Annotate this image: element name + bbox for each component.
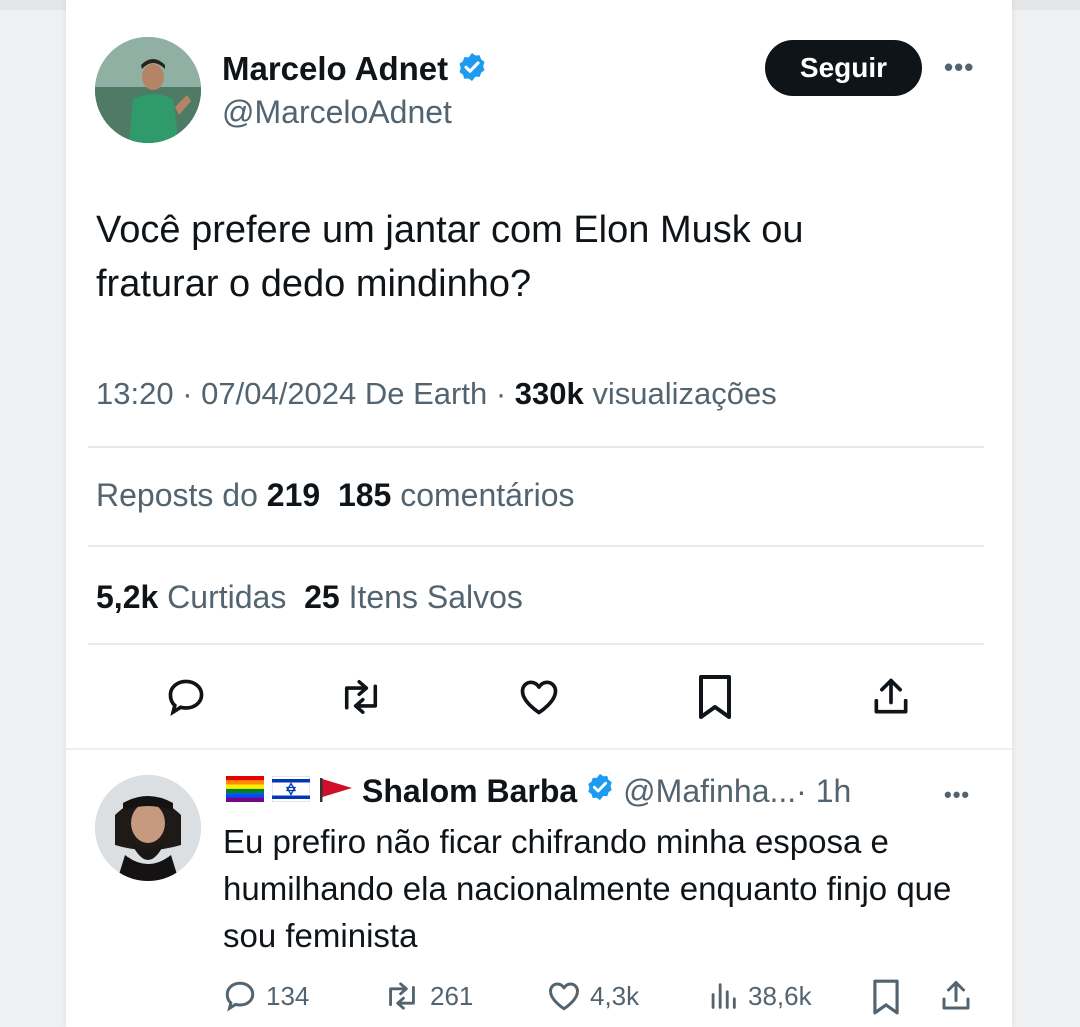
repost-icon	[389, 982, 415, 1010]
divider	[88, 545, 984, 547]
israel-flag-icon	[271, 773, 311, 810]
reply-author-avatar[interactable]	[95, 775, 201, 881]
share-icon	[874, 678, 908, 714]
reply-reposts-count: 261	[430, 980, 474, 1011]
bookmark-icon	[699, 675, 731, 719]
reply-time[interactable]: · 1h	[796, 773, 851, 810]
reposts-label: Reposts do	[96, 477, 267, 513]
reply-views-count: 38,6k	[748, 980, 812, 1011]
verified-badge-icon	[585, 772, 615, 810]
reply-author-handle[interactable]: @Mafinha...	[623, 773, 796, 810]
divider	[88, 643, 984, 645]
author-name[interactable]: Marcelo Adnet	[222, 50, 488, 91]
reply-repost-button[interactable]: 261	[382, 978, 473, 1014]
saves-count: 25	[304, 579, 340, 615]
follow-button[interactable]: Seguir	[765, 40, 922, 96]
verified-badge-icon	[456, 51, 488, 91]
likes-label: Curtidas	[158, 579, 287, 615]
comments-label: comentários	[391, 477, 575, 513]
likes-link[interactable]: 5,2k Curtidas	[96, 579, 286, 615]
reply-button[interactable]	[161, 672, 211, 722]
reply-separator	[66, 748, 1012, 750]
share-button[interactable]	[866, 672, 916, 722]
author-name-text: Marcelo Adnet	[222, 50, 449, 87]
reply-comment-button[interactable]: 134	[222, 978, 309, 1014]
flag-icon	[318, 773, 354, 810]
reply-icon	[225, 981, 255, 1012]
bookmark-button[interactable]	[690, 672, 740, 722]
reply-icon	[168, 679, 204, 717]
reply-header: Shalom Barba @Mafinha... · 1h	[226, 772, 851, 810]
reply-share-button[interactable]	[938, 978, 982, 1014]
comments-count: 185	[337, 477, 392, 513]
saves-link[interactable]: 25 Itens Salvos	[304, 579, 523, 615]
author-avatar[interactable]	[95, 37, 201, 143]
heart-icon	[549, 982, 579, 1011]
reposts-count: 219	[266, 477, 321, 513]
reply-comments-count: 134	[266, 980, 310, 1011]
heart-icon	[520, 680, 558, 715]
tweet-text: Você prefere um jantar com Elon Musk ou …	[96, 209, 804, 305]
reposts-link[interactable]: Reposts do 219	[96, 477, 320, 513]
reply-views-button[interactable]: 38,6k	[706, 978, 812, 1014]
tweet-card: Marcelo Adnet @MarceloAdnet Seguir ••• V…	[66, 0, 1012, 1027]
tweet-time[interactable]: 13:20 · 07/04/2024 De Earth ·	[96, 376, 515, 411]
saves-label: Itens Salvos	[339, 579, 523, 615]
bookmark-icon	[873, 979, 899, 1015]
share-icon	[942, 981, 970, 1010]
more-options-icon[interactable]: •••	[944, 52, 974, 83]
views-label: visualizações	[583, 376, 777, 411]
reply-more-options-icon[interactable]: •••	[944, 782, 970, 808]
reply-text: Eu prefiro não ficar chifrando minha esp…	[223, 823, 952, 954]
reply-likes-count: 4,3k	[590, 980, 640, 1011]
author-handle[interactable]: @MarceloAdnet	[222, 94, 452, 131]
tweet-meta: 13:20 · 07/04/2024 De Earth · 330k visua…	[96, 376, 777, 412]
divider	[88, 446, 984, 448]
reposts-comments-row: Reposts do 219 185 comentários	[96, 477, 575, 514]
likes-saves-row: 5,2k Curtidas 25 Itens Salvos	[96, 579, 523, 616]
comments-link[interactable]: 185 comentários	[338, 477, 575, 513]
repost-icon	[344, 680, 378, 714]
reply-bookmark-button[interactable]	[870, 978, 910, 1016]
views-icon	[711, 983, 736, 1009]
rainbow-flag-icon	[226, 773, 264, 810]
reply-like-button[interactable]: 4,3k	[546, 978, 639, 1014]
views-count: 330k	[514, 376, 584, 411]
like-button[interactable]	[514, 672, 564, 722]
likes-count: 5,2k	[96, 579, 159, 615]
repost-button[interactable]	[336, 672, 386, 722]
reply-author-name[interactable]: Shalom Barba	[362, 773, 577, 810]
